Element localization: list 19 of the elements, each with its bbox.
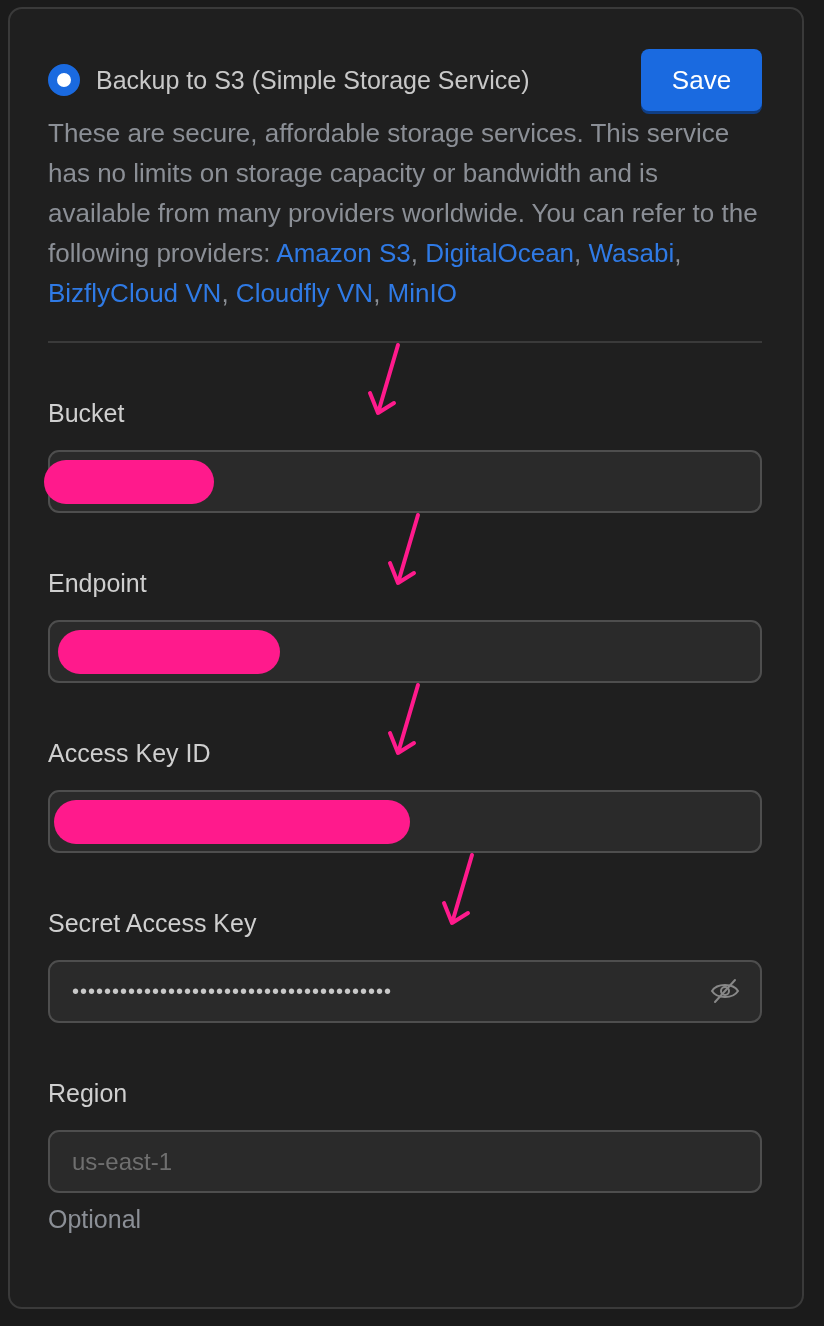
field-label: Access Key ID [48,739,212,768]
hint-text: Optional [48,1205,143,1234]
field-label: Bucket [48,399,126,428]
provider-link[interactable]: BizflyCloud VN [48,278,222,308]
field-label: Secret Access Key [48,909,258,938]
provider-link[interactable]: Cloudfly VN [235,278,374,308]
field-label: Region [48,1079,129,1108]
radio-button[interactable] [48,64,80,96]
input-field[interactable]: us-east-1 [48,1130,762,1193]
field-label: Endpoint [48,569,148,598]
save-button[interactable]: Save [641,49,762,111]
option-label: Backup to S3 (Simple Storage Service) [96,65,530,95]
password-field[interactable]: •••••••••••••••••••••••••••••••••••••••• [48,960,762,1023]
description-text: These are secure, affordable storage services. This service has no limits on storage capacity or bandwidth and is available from many providers worldwide. You can refer to the following providers: Amazon S3, DigitalOcean, Wasabi, BizflyCloud VN, Cloudfly VN, MinIO [48,117,759,310]
provider-link[interactable]: MinIO [387,278,457,308]
eye-slash-icon[interactable] [710,978,740,1004]
provider-link[interactable]: Amazon S3 [276,238,411,268]
provider-link[interactable]: Wasabi [588,238,675,268]
provider-link[interactable]: DigitalOcean [425,238,575,268]
